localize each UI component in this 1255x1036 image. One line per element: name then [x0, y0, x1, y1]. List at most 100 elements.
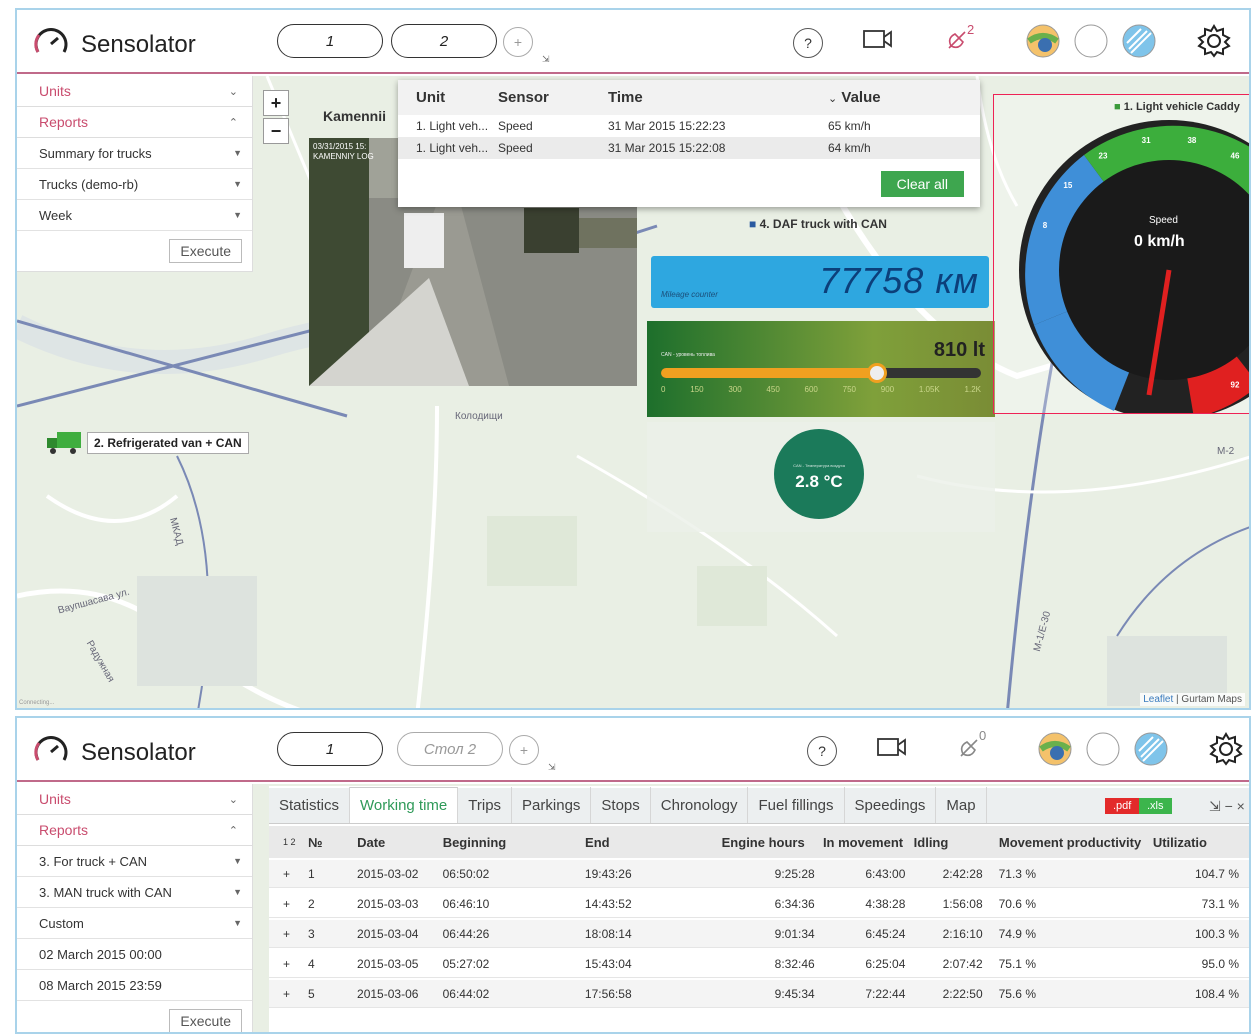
row-beginning: 06:50:02 — [442, 866, 490, 881]
expand-row-button[interactable]: + — [269, 927, 308, 941]
col-header-utilization[interactable]: Utilizatio — [1153, 835, 1249, 850]
col-header-movement-productivity[interactable]: Movement productivity — [991, 835, 1153, 850]
table-row[interactable]: +2 2015-03-03 06:46:10 14:43:52 6:34:36 4:38:… — [269, 890, 1249, 918]
tab-working-time[interactable]: Working time — [350, 787, 459, 823]
notification-row[interactable]: 1. Light veh... Speed 31 Mar 2015 15:22:… — [398, 137, 980, 159]
empty-layer-icon[interactable] — [1073, 23, 1109, 59]
col-header-end[interactable]: End — [585, 835, 722, 850]
report-object-select[interactable]: Trucks (demo-rb) ▼ — [17, 169, 252, 200]
col-header-beginning[interactable]: Beginning — [443, 835, 585, 850]
col-sensor-header[interactable]: Sensor — [498, 89, 608, 106]
help-button[interactable]: ? — [807, 736, 837, 766]
table-row[interactable]: +3 2015-03-04 06:44:26 18:08:14 9:01:34 6:45:… — [269, 920, 1249, 948]
settings-gear-icon[interactable] — [1209, 732, 1243, 766]
report-template-value: 3. For truck + CAN — [39, 853, 147, 869]
tab-2[interactable]: 2 — [391, 24, 497, 58]
col-unit-header[interactable]: Unit — [398, 89, 498, 106]
notification-sensor: Speed — [498, 119, 533, 133]
leaflet-link[interactable]: Leaflet — [1143, 694, 1173, 705]
chevron-down-icon: ⌄ — [228, 793, 238, 806]
report-interval-select[interactable]: Custom ▼ — [17, 908, 252, 939]
sidebar-units[interactable]: Units ⌄ — [17, 76, 252, 107]
tab-parkings[interactable]: Parkings — [512, 787, 592, 823]
sidebar-reports-label: Reports — [39, 114, 89, 130]
sidebar-reports[interactable]: Reports ⌃ — [17, 815, 252, 846]
unit-marker[interactable]: 2. Refrigerated van + CAN — [47, 430, 249, 456]
tab-map[interactable]: Map — [936, 787, 987, 823]
col-header-in-movement[interactable]: In movement — [823, 835, 914, 850]
camera-overlay-time: 03/31/2015 15: — [313, 142, 367, 151]
zoom-out-button[interactable]: − — [263, 118, 289, 144]
report-template-select[interactable]: 3. For truck + CAN ▼ — [17, 846, 252, 877]
col-time-header[interactable]: Time — [608, 89, 808, 106]
map-layer-icon[interactable] — [1037, 731, 1073, 767]
zoom-in-button[interactable]: + — [263, 90, 289, 116]
report-object-select[interactable]: 3. MAN truck with CAN ▼ — [17, 877, 252, 908]
dropdown-arrow-icon: ▼ — [233, 148, 242, 158]
empty-layer-icon[interactable] — [1085, 731, 1121, 767]
notifications-header: Unit Sensor Time ⌄ Value — [398, 80, 980, 115]
tab-1[interactable]: 1 — [277, 24, 383, 58]
row-idling: 2:07:42 — [942, 956, 983, 971]
table-row[interactable]: +1 2015-03-02 06:50:02 19:43:26 9:25:28 6:43:… — [269, 860, 1249, 888]
map-label-village: Колодищи — [455, 411, 503, 422]
tab-fuel-fillings[interactable]: Fuel fillings — [748, 787, 845, 823]
execute-button[interactable]: Execute — [169, 239, 242, 263]
notifications-bell-icon[interactable] — [945, 28, 969, 52]
map-layer-icon[interactable] — [1025, 23, 1061, 59]
sidebar-reports[interactable]: Reports ⌃ — [17, 107, 252, 138]
sidebar-units[interactable]: Units ⌄ — [17, 784, 252, 815]
add-tab-button[interactable]: + — [509, 735, 539, 765]
expand-row-button[interactable]: + — [269, 867, 308, 881]
export-xls-button[interactable]: .xls — [1139, 798, 1172, 814]
interval-from-input[interactable]: 02 March 2015 00:00 — [17, 939, 252, 970]
tab-stops[interactable]: Stops — [591, 787, 651, 823]
help-button[interactable]: ? — [793, 28, 823, 58]
col-header-date[interactable]: Date — [357, 835, 443, 850]
add-tab-button[interactable]: + — [503, 27, 533, 57]
table-row[interactable]: +4 2015-03-05 05:27:02 15:43:04 8:32:46 6:25:… — [269, 950, 1249, 978]
tab-2[interactable]: Стол 2 — [397, 732, 503, 766]
fuel-tick-label: 150 — [690, 385, 704, 394]
unit-name-label: ■ 4. DAF truck with CAN — [749, 217, 887, 231]
row-beginning: 06:44:26 — [442, 926, 490, 941]
weather-layer-icon[interactable] — [1133, 731, 1169, 767]
notification-row[interactable]: 1. Light veh... Speed 31 Mar 2015 15:22:… — [398, 115, 980, 137]
col-header-number[interactable]: № — [308, 835, 357, 850]
settings-gear-icon[interactable] — [1197, 24, 1231, 58]
camera-overlay-location: KAMENNIY LOG — [313, 152, 374, 161]
clear-all-button[interactable]: Clear all — [880, 171, 964, 197]
camera-icon[interactable] — [877, 736, 907, 758]
grouping-level-toggle[interactable]: 1 2 — [269, 837, 308, 847]
tab-speedings[interactable]: Speedings — [845, 787, 937, 823]
camera-icon[interactable] — [863, 28, 893, 50]
window-controls[interactable]: ⇲ − × — [1209, 798, 1245, 815]
expand-row-button[interactable]: + — [269, 957, 308, 971]
notifications-bell-icon[interactable] — [957, 736, 981, 760]
resize-icon[interactable]: ⇲ — [542, 54, 550, 65]
table-row[interactable]: +5 2015-03-06 06:44:02 17:56:58 9:45:34 7:22:… — [269, 980, 1249, 1008]
tab-chronology[interactable]: Chronology — [651, 787, 749, 823]
tab-trips[interactable]: Trips — [458, 787, 513, 823]
expand-row-button[interactable]: + — [269, 987, 308, 1001]
col-header-idling[interactable]: Idling — [914, 835, 991, 850]
execute-button[interactable]: Execute — [169, 1009, 242, 1032]
dropdown-arrow-icon: ▼ — [233, 918, 242, 928]
resize-icon[interactable]: ⇲ — [548, 762, 556, 773]
row-number: 3 — [308, 926, 315, 941]
weather-layer-icon[interactable] — [1121, 23, 1157, 59]
interval-to-input[interactable]: 08 March 2015 23:59 — [17, 970, 252, 1001]
tab-statistics[interactable]: Statistics — [269, 787, 351, 823]
col-value-header[interactable]: ⌄ Value — [808, 89, 958, 106]
table-header: 1 2 № Date Beginning End Engine hours In… — [269, 826, 1249, 858]
row-number: 5 — [308, 986, 315, 1001]
tab-1[interactable]: 1 — [277, 732, 383, 766]
expand-row-button[interactable]: + — [269, 897, 308, 911]
report-template-select[interactable]: Summary for trucks ▼ — [17, 138, 252, 169]
dropdown-arrow-icon: ▼ — [233, 179, 242, 189]
report-interval-value: Custom — [39, 915, 84, 931]
export-pdf-button[interactable]: .pdf — [1105, 798, 1140, 814]
notification-unit: 1. Light veh... — [416, 119, 489, 133]
col-header-engine-hours[interactable]: Engine hours — [722, 835, 823, 850]
report-interval-select[interactable]: Week ▼ — [17, 200, 252, 231]
